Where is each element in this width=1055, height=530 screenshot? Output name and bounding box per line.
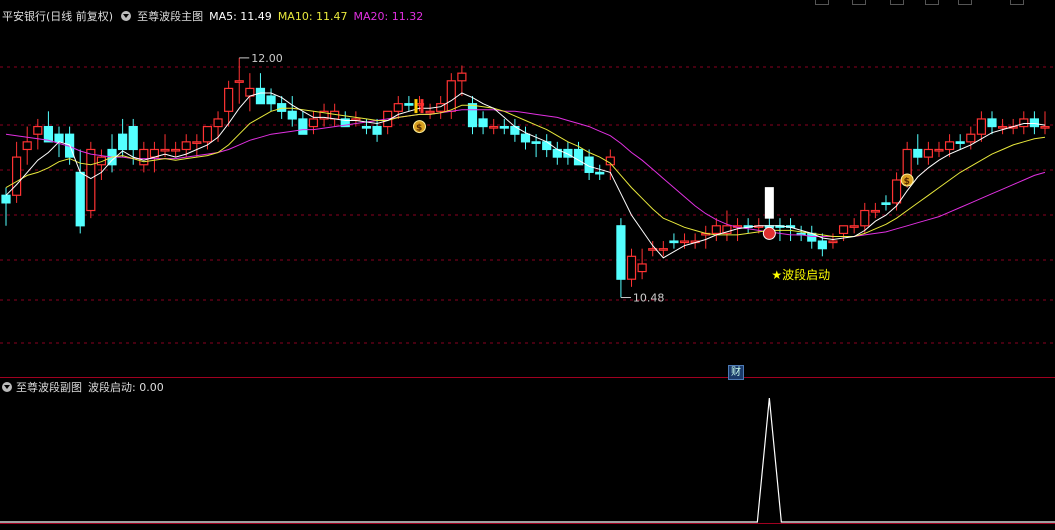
ma5-label: MA5: 11.49 (209, 9, 272, 23)
candle-body (573, 148, 584, 166)
candle-body (308, 118, 319, 128)
candle-body (616, 225, 626, 280)
candle-body (913, 148, 923, 158)
candle-body (669, 240, 679, 244)
candle-body (626, 255, 637, 280)
candle-body (849, 225, 859, 228)
candle-body (457, 72, 467, 82)
candle-body (287, 110, 297, 120)
candle-body (12, 156, 22, 196)
candle-body (22, 141, 32, 151)
candle-body (976, 118, 986, 135)
buy-flag-icon (420, 99, 424, 114)
candle-body (160, 148, 170, 152)
candle-body (997, 125, 1008, 129)
candle-body (54, 133, 64, 143)
stock-name: 平安银行(日线 前复权) (2, 10, 114, 23)
toolbar-tab[interactable] (958, 0, 972, 5)
candle-body (393, 103, 403, 112)
candle-body (637, 263, 647, 273)
candle-body (987, 118, 997, 128)
candle-body (923, 148, 933, 158)
candle-body (118, 133, 128, 151)
pane-separator (0, 377, 1055, 378)
sub-indicator-chart[interactable] (0, 390, 1055, 524)
candle-body (489, 125, 499, 129)
chart-header: 平安银行(日线 前复权) 至尊波段主图 MA5: 11.49 MA10: 11.… (0, 7, 1055, 25)
candle-body (499, 125, 509, 129)
signal-spike-line (0, 397, 1055, 523)
money-bag-symbol-icon: $ (904, 177, 910, 187)
candle-body (75, 171, 85, 227)
candle-body (520, 133, 531, 143)
candle-body (870, 209, 880, 213)
candle-body (944, 141, 955, 151)
toolbar-tab[interactable] (890, 0, 904, 5)
indicator-dropdown-icon[interactable] (121, 11, 132, 21)
candle-body (1, 194, 11, 204)
candle-body (955, 141, 965, 144)
ma10-label: MA10: 11.47 (277, 9, 348, 23)
toolbar-tab[interactable] (815, 0, 829, 5)
buy-flag-icon (414, 99, 418, 114)
candle-body (679, 240, 690, 244)
candle-body (298, 118, 308, 135)
candle-body (711, 225, 721, 235)
candle-body (234, 80, 244, 83)
candle-body (531, 141, 541, 144)
candle-body (881, 202, 891, 205)
candle-body (446, 80, 456, 112)
candle-body (86, 148, 96, 212)
candle-body (425, 110, 435, 114)
candle-body (128, 125, 138, 151)
candle-body (202, 125, 213, 143)
candle-body (213, 118, 223, 128)
top-toolbar (0, 0, 1055, 7)
candle-body (224, 87, 234, 112)
candle-body (181, 141, 191, 151)
candle-body (891, 179, 902, 204)
signal-dot-icon (762, 226, 776, 240)
candle-body (542, 141, 552, 151)
finance-badge[interactable]: 财 (728, 365, 744, 380)
candle-body (658, 248, 668, 251)
candle-body (478, 118, 488, 128)
candle-body (277, 103, 287, 112)
signal-label: ★波段启动 (771, 267, 830, 282)
signal-bar (764, 187, 774, 219)
main-candlestick-chart[interactable]: 12.00 10.48 ★波段启动 $ $ (0, 25, 1055, 375)
candle-body (828, 240, 838, 244)
candle-body (838, 225, 849, 235)
candle-body (934, 148, 944, 152)
candle-body (860, 209, 870, 227)
candle-body (404, 103, 414, 106)
ma5-line (5, 92, 1046, 259)
candle-body (266, 95, 276, 105)
high-price-label: 12.00 (251, 52, 283, 65)
low-price-label: 10.48 (633, 292, 665, 305)
candle-body (817, 240, 827, 250)
candle-body (192, 141, 202, 144)
candle-body (139, 148, 149, 166)
candle-body (966, 133, 976, 143)
indicator-name[interactable]: 至尊波段主图 (137, 8, 203, 24)
candle-body (33, 125, 43, 135)
toolbar-tab[interactable] (925, 0, 939, 5)
candle-body (255, 87, 266, 105)
candle-body (171, 148, 181, 152)
candle-body (595, 171, 605, 175)
money-bag-symbol-icon: $ (416, 124, 422, 134)
candle-body (372, 125, 382, 135)
candle-body (361, 125, 372, 129)
candle-body (1019, 118, 1029, 128)
ma20-label: MA20: 11.32 (353, 9, 424, 23)
candle-body (1029, 118, 1039, 128)
candle-body (1040, 125, 1050, 129)
candle-body (467, 103, 478, 128)
toolbar-tab[interactable] (1010, 0, 1024, 5)
bottom-strip (0, 524, 1055, 530)
toolbar-tab[interactable] (852, 0, 866, 5)
